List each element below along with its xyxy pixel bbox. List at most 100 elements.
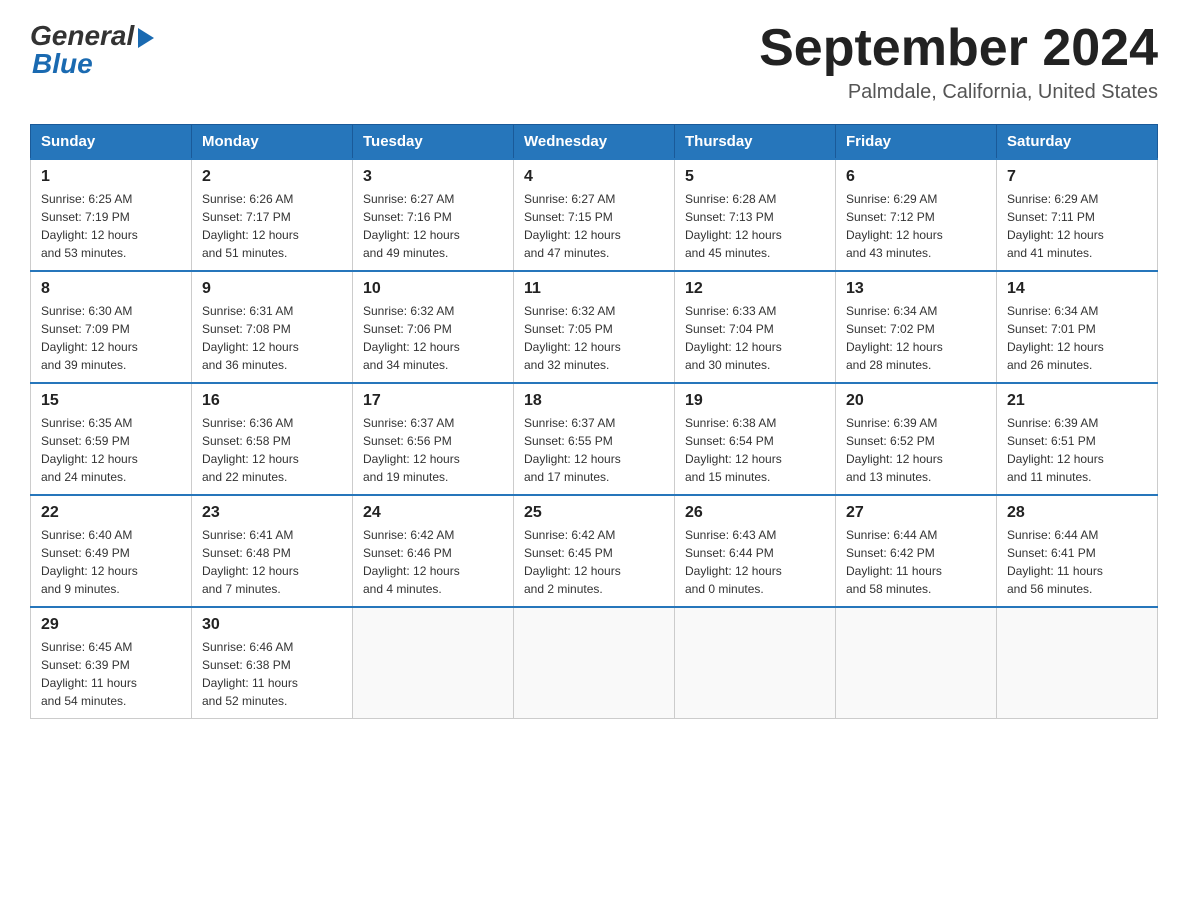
calendar-cell: 19Sunrise: 6:38 AMSunset: 6:54 PMDayligh… xyxy=(675,383,836,495)
day-number: 23 xyxy=(202,504,342,522)
day-number: 16 xyxy=(202,392,342,410)
day-info: Sunrise: 6:37 AMSunset: 6:56 PMDaylight:… xyxy=(363,414,503,486)
day-number: 14 xyxy=(1007,280,1147,298)
calendar-cell: 22 Sunrise: 6:40 AMSunset: 6:49 PMDayligh… xyxy=(31,495,192,607)
day-info: Sunrise: 6:43 AMSunset: 6:44 PMDaylight:… xyxy=(685,526,825,598)
day-number: 17 xyxy=(363,392,503,410)
day-number: 26 xyxy=(685,504,825,522)
calendar-cell: 24 Sunrise: 6:42 AMSunset: 6:46 PMDayligh… xyxy=(353,495,514,607)
day-number: 13 xyxy=(846,280,986,298)
calendar-cell: 13 Sunrise: 6:34 AMSunset: 7:02 PMDayligh… xyxy=(836,271,997,383)
calendar-cell xyxy=(675,607,836,719)
day-info: Sunrise: 6:34 AMSunset: 7:02 PMDaylight:… xyxy=(846,302,986,374)
day-info: Sunrise: 6:40 AMSunset: 6:49 PMDaylight:… xyxy=(41,526,181,598)
day-info: Sunrise: 6:44 AMSunset: 6:41 PMDaylight:… xyxy=(1007,526,1147,598)
calendar-cell: 27 Sunrise: 6:44 AMSunset: 6:42 PMDayligh… xyxy=(836,495,997,607)
day-info: Sunrise: 6:36 AMSunset: 6:58 PMDaylight:… xyxy=(202,414,342,486)
day-number: 28 xyxy=(1007,504,1147,522)
day-number: 10 xyxy=(363,280,503,298)
day-number: 27 xyxy=(846,504,986,522)
day-number: 7 xyxy=(1007,168,1147,186)
day-info: Sunrise: 6:34 AMSunset: 7:01 PMDaylight:… xyxy=(1007,302,1147,374)
calendar-header-row: SundayMondayTuesdayWednesdayThursdayFrid… xyxy=(31,125,1158,160)
logo: General Blue xyxy=(30,20,154,80)
day-info: Sunrise: 6:32 AMSunset: 7:05 PMDaylight:… xyxy=(524,302,664,374)
calendar-cell: 10 Sunrise: 6:32 AMSunset: 7:06 PMDayligh… xyxy=(353,271,514,383)
day-number: 11 xyxy=(524,280,664,298)
logo-blue-text: Blue xyxy=(32,48,93,80)
day-number: 9 xyxy=(202,280,342,298)
calendar-cell: 28 Sunrise: 6:44 AMSunset: 6:41 PMDayligh… xyxy=(997,495,1158,607)
calendar-cell: 9 Sunrise: 6:31 AMSunset: 7:08 PMDaylight… xyxy=(192,271,353,383)
day-info: Sunrise: 6:44 AMSunset: 6:42 PMDaylight:… xyxy=(846,526,986,598)
day-info: Sunrise: 6:42 AMSunset: 6:46 PMDaylight:… xyxy=(363,526,503,598)
day-info: Sunrise: 6:33 AMSunset: 7:04 PMDaylight:… xyxy=(685,302,825,374)
day-info: Sunrise: 6:27 AMSunset: 7:16 PMDaylight:… xyxy=(363,190,503,262)
day-number: 4 xyxy=(524,168,664,186)
day-info: Sunrise: 6:27 AMSunset: 7:15 PMDaylight:… xyxy=(524,190,664,262)
day-number: 12 xyxy=(685,280,825,298)
calendar-cell: 8 Sunrise: 6:30 AMSunset: 7:09 PMDaylight… xyxy=(31,271,192,383)
calendar-cell: 29Sunrise: 6:45 AMSunset: 6:39 PMDayligh… xyxy=(31,607,192,719)
day-number: 19 xyxy=(685,392,825,410)
header-saturday: Saturday xyxy=(997,125,1158,160)
calendar-cell: 14 Sunrise: 6:34 AMSunset: 7:01 PMDayligh… xyxy=(997,271,1158,383)
page-header: General Blue September 2024 Palmdale, Ca… xyxy=(30,20,1158,104)
calendar-subtitle: Palmdale, California, United States xyxy=(759,81,1158,104)
day-info: Sunrise: 6:30 AMSunset: 7:09 PMDaylight:… xyxy=(41,302,181,374)
calendar-cell xyxy=(514,607,675,719)
day-info: Sunrise: 6:26 AMSunset: 7:17 PMDaylight:… xyxy=(202,190,342,262)
calendar-cell: 17 Sunrise: 6:37 AMSunset: 6:56 PMDayligh… xyxy=(353,383,514,495)
day-number: 2 xyxy=(202,168,342,186)
calendar-cell: 30 Sunrise: 6:46 AMSunset: 6:38 PMDayligh… xyxy=(192,607,353,719)
calendar-cell: 16 Sunrise: 6:36 AMSunset: 6:58 PMDayligh… xyxy=(192,383,353,495)
calendar-cell: 11 Sunrise: 6:32 AMSunset: 7:05 PMDayligh… xyxy=(514,271,675,383)
calendar-cell: 12 Sunrise: 6:33 AMSunset: 7:04 PMDayligh… xyxy=(675,271,836,383)
calendar-cell: 6Sunrise: 6:29 AMSunset: 7:12 PMDaylight… xyxy=(836,159,997,271)
calendar-cell: 15Sunrise: 6:35 AMSunset: 6:59 PMDayligh… xyxy=(31,383,192,495)
calendar-cell: 4 Sunrise: 6:27 AMSunset: 7:15 PMDaylight… xyxy=(514,159,675,271)
day-info: Sunrise: 6:25 AMSunset: 7:19 PMDaylight:… xyxy=(41,190,181,262)
week-row-1: 1 Sunrise: 6:25 AMSunset: 7:19 PMDaylight… xyxy=(31,159,1158,271)
day-info: Sunrise: 6:29 AMSunset: 7:11 PMDaylight:… xyxy=(1007,190,1147,262)
calendar-cell xyxy=(353,607,514,719)
day-info: Sunrise: 6:42 AMSunset: 6:45 PMDaylight:… xyxy=(524,526,664,598)
calendar-cell: 25Sunrise: 6:42 AMSunset: 6:45 PMDayligh… xyxy=(514,495,675,607)
calendar-cell: 3 Sunrise: 6:27 AMSunset: 7:16 PMDaylight… xyxy=(353,159,514,271)
day-number: 15 xyxy=(41,392,181,410)
day-number: 22 xyxy=(41,504,181,522)
day-info: Sunrise: 6:45 AMSunset: 6:39 PMDaylight:… xyxy=(41,638,181,710)
calendar-cell: 26 Sunrise: 6:43 AMSunset: 6:44 PMDayligh… xyxy=(675,495,836,607)
day-info: Sunrise: 6:31 AMSunset: 7:08 PMDaylight:… xyxy=(202,302,342,374)
week-row-5: 29Sunrise: 6:45 AMSunset: 6:39 PMDayligh… xyxy=(31,607,1158,719)
day-info: Sunrise: 6:37 AMSunset: 6:55 PMDaylight:… xyxy=(524,414,664,486)
day-number: 20 xyxy=(846,392,986,410)
day-info: Sunrise: 6:39 AMSunset: 6:51 PMDaylight:… xyxy=(1007,414,1147,486)
day-number: 5 xyxy=(685,168,825,186)
day-number: 6 xyxy=(846,168,986,186)
calendar-cell: 21Sunrise: 6:39 AMSunset: 6:51 PMDayligh… xyxy=(997,383,1158,495)
day-number: 8 xyxy=(41,280,181,298)
calendar-cell: 18 Sunrise: 6:37 AMSunset: 6:55 PMDayligh… xyxy=(514,383,675,495)
day-info: Sunrise: 6:46 AMSunset: 6:38 PMDaylight:… xyxy=(202,638,342,710)
day-number: 18 xyxy=(524,392,664,410)
header-thursday: Thursday xyxy=(675,125,836,160)
logo-triangle-icon xyxy=(138,28,154,48)
calendar-cell: 1 Sunrise: 6:25 AMSunset: 7:19 PMDaylight… xyxy=(31,159,192,271)
calendar-cell xyxy=(997,607,1158,719)
day-info: Sunrise: 6:39 AMSunset: 6:52 PMDaylight:… xyxy=(846,414,986,486)
day-number: 3 xyxy=(363,168,503,186)
calendar-cell: 20 Sunrise: 6:39 AMSunset: 6:52 PMDayligh… xyxy=(836,383,997,495)
day-number: 24 xyxy=(363,504,503,522)
header-tuesday: Tuesday xyxy=(353,125,514,160)
calendar-title: September 2024 xyxy=(759,20,1158,77)
calendar-table: SundayMondayTuesdayWednesdayThursdayFrid… xyxy=(30,124,1158,719)
calendar-cell xyxy=(836,607,997,719)
day-number: 30 xyxy=(202,616,342,634)
day-info: Sunrise: 6:32 AMSunset: 7:06 PMDaylight:… xyxy=(363,302,503,374)
day-number: 1 xyxy=(41,168,181,186)
week-row-2: 8 Sunrise: 6:30 AMSunset: 7:09 PMDaylight… xyxy=(31,271,1158,383)
week-row-3: 15Sunrise: 6:35 AMSunset: 6:59 PMDayligh… xyxy=(31,383,1158,495)
header-sunday: Sunday xyxy=(31,125,192,160)
header-friday: Friday xyxy=(836,125,997,160)
